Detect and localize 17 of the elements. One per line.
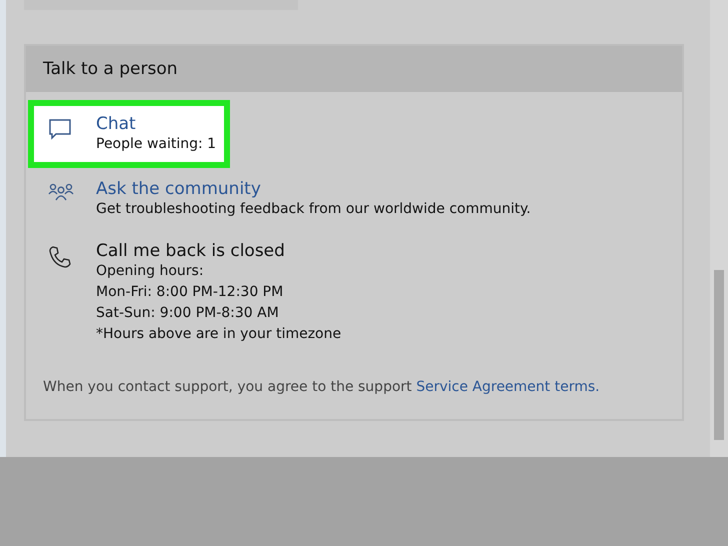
option-detail: People waiting: 1 [96, 135, 216, 154]
option-detail: *Hours above are in your timezone [96, 325, 342, 344]
people-icon [48, 183, 74, 201]
option-detail: Get troubleshooting feedback from our worldwide community. [96, 200, 531, 219]
speech-bubble-icon [48, 118, 72, 140]
section-title: Talk to a person [26, 46, 682, 92]
scrollbar-thumb[interactable] [714, 270, 724, 440]
phone-icon [48, 245, 72, 269]
option-detail: Opening hours: [96, 262, 205, 281]
option-title: Call me back is closed [96, 241, 286, 261]
option-detail: Sat-Sun: 9:00 PM-8:30 AM [96, 304, 280, 323]
terms-link[interactable]: Service Agreement terms. [416, 379, 600, 395]
agreement-text: When you contact support, you agree to the support Service Agreement terms. [42, 378, 601, 397]
option-detail: Mon-Fri: 8:00 PM-12:30 PM [96, 283, 284, 302]
option-link[interactable]: Chat [96, 114, 216, 134]
option-link[interactable]: Ask the community [96, 179, 531, 199]
scrollbar[interactable] [710, 0, 728, 457]
